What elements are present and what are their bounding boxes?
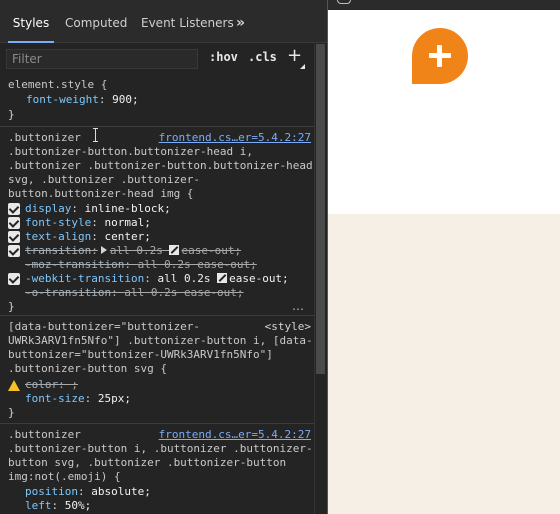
property-name[interactable]: transition — [25, 244, 91, 257]
plus-icon — [437, 45, 442, 67]
styles-rules-pane: element.style { font-weight: 900; } fron… — [0, 74, 314, 514]
property-value[interactable]: all 0.2s — [110, 244, 163, 257]
property-name[interactable]: color — [25, 378, 58, 391]
devtools-tabbar: Styles Computed Event Listeners » — [0, 4, 328, 43]
rule-close-brace: } — [8, 300, 15, 313]
preview-top-bar — [328, 0, 560, 10]
rule-buttonizer-head: frontend.cs…er=5.4.2:27 .buttonizer .but… — [0, 126, 314, 315]
new-style-rule-button[interactable]: + — [287, 45, 302, 66]
declaration-checkbox[interactable] — [8, 217, 20, 229]
rule-selector-line[interactable]: button svg, .buttonizer .buttonizer-butt… — [8, 456, 286, 470]
expand-triangle-icon[interactable] — [100, 246, 107, 254]
property-value[interactable]: ease-out; — [229, 272, 289, 285]
rule-close-brace: } — [8, 406, 15, 419]
rule-selector-line[interactable]: .buttonizer — [8, 428, 81, 442]
rule-close-brace: } — [8, 108, 15, 121]
property-name[interactable]: display — [25, 202, 71, 215]
declaration-o-transition[interactable]: -o-transition: all 0.2s ease-out; — [25, 286, 244, 300]
declaration-moz-transition[interactable]: -moz-transition: all 0.2s ease-out; — [25, 258, 257, 272]
buttonizer-floating-button[interactable] — [412, 28, 468, 84]
property-value[interactable]: center; — [104, 230, 150, 243]
declaration-left[interactable]: left: 50%; — [25, 499, 91, 513]
declaration-text-align[interactable]: text-align: center; — [25, 230, 151, 244]
preview-section-background — [328, 214, 560, 514]
declaration-webkit-transition[interactable]: -webkit-transition: all 0.2s ease-out; — [25, 272, 289, 286]
property-name[interactable]: -o-transition — [25, 286, 111, 299]
page-preview — [328, 0, 560, 514]
rule-selector-line[interactable]: .buttonizer — [8, 131, 81, 145]
declaration-position[interactable]: position: absolute; — [25, 485, 151, 499]
declaration-font-size[interactable]: font-size: 25px; — [25, 392, 131, 406]
new-rule-menu-corner-icon[interactable] — [300, 64, 305, 69]
tab-event-listeners[interactable]: Event Listeners — [141, 4, 234, 43]
declaration-checkbox[interactable] — [8, 203, 20, 215]
property-name[interactable]: font-size — [25, 392, 85, 405]
filter-input[interactable] — [6, 49, 198, 69]
declaration-font-weight[interactable]: font-weight: 900; — [26, 93, 139, 107]
styles-filter-bar: :hov .cls + — [0, 44, 314, 74]
property-value[interactable]: all 0.2s ease-out; — [124, 286, 243, 299]
warning-icon[interactable] — [8, 380, 20, 391]
tab-styles[interactable]: Styles — [8, 4, 54, 43]
property-name[interactable]: font-style — [25, 216, 91, 229]
rule-selector-line[interactable]: buttonizer="buttonizer-UWRk3ARV1fn5Nfo"] — [8, 348, 273, 362]
rule-selector-line[interactable]: .buttonizer .buttonizer-button.buttonize… — [8, 159, 313, 173]
more-options-icon[interactable]: … — [292, 299, 304, 313]
tab-computed[interactable]: Computed — [65, 4, 127, 43]
rule-buttonizer-attr: <style> [data-buttonizer="buttonizer- UW… — [0, 315, 314, 421]
declaration-font-style[interactable]: font-style: normal; — [25, 216, 151, 230]
property-value[interactable]: normal; — [104, 216, 150, 229]
rule-source-style[interactable]: <style> — [265, 320, 311, 334]
rule-selector-line[interactable]: button.buttonizer-head img { — [8, 187, 193, 201]
partial-toolbar-icon[interactable] — [337, 0, 351, 4]
rule-selector-line[interactable]: svg, .buttonizer .buttonizer- — [8, 173, 200, 187]
property-value[interactable]: 25px; — [98, 392, 131, 405]
property-name[interactable]: left — [25, 499, 52, 512]
rule-selector-line[interactable]: [data-buttonizer="buttonizer- — [8, 320, 200, 334]
text-cursor-icon — [93, 128, 98, 142]
rule-selector[interactable]: element.style { — [8, 78, 107, 92]
property-value[interactable]: all 0.2s — [157, 272, 210, 285]
rule-source-link[interactable]: frontend.cs…er=5.4.2:27 — [159, 428, 311, 442]
rule-selector-line[interactable]: UWRk3ARV1fn5Nfo"] .buttonizer-button i, … — [8, 334, 313, 348]
property-name[interactable]: font-weight — [26, 93, 99, 106]
rule-element-style: element.style { font-weight: 900; } — [0, 74, 314, 126]
declaration-checkbox[interactable] — [8, 231, 20, 243]
more-tabs-chevron-icon[interactable]: » — [236, 4, 245, 43]
property-name[interactable]: text-align — [25, 230, 91, 243]
rule-selector-line[interactable]: img:not(.emoji) { — [8, 470, 121, 484]
rule-source-link[interactable]: frontend.cs…er=5.4.2:27 — [159, 131, 311, 145]
property-value[interactable]: 50%; — [65, 499, 92, 512]
property-name[interactable]: position — [25, 485, 78, 498]
rule-buttonizer-emoji: frontend.cs…er=5.4.2:27 .buttonizer .but… — [0, 423, 314, 514]
easing-curve-icon[interactable] — [217, 273, 228, 283]
styles-scrollbar-thumb[interactable] — [316, 44, 325, 374]
declaration-transition-overridden[interactable]: transition: all 0.2s ease-out; — [25, 244, 241, 258]
property-value[interactable]: ; — [71, 378, 78, 391]
cls-toggle-button[interactable]: .cls — [248, 50, 277, 64]
property-value[interactable]: 900; — [112, 93, 139, 106]
easing-curve-icon[interactable] — [169, 245, 180, 255]
devtools-panel: Styles Computed Event Listeners » :hov .… — [0, 0, 328, 514]
declaration-checkbox[interactable] — [8, 245, 20, 257]
hov-toggle-button[interactable]: :hov — [209, 50, 238, 64]
property-name[interactable]: -webkit-transition — [25, 272, 144, 285]
declaration-checkbox[interactable] — [8, 273, 20, 285]
rule-selector-line[interactable]: .buttonizer-button.buttonizer-head i, — [8, 145, 253, 159]
property-value[interactable]: all 0.2s ease-out; — [138, 258, 257, 271]
declaration-display[interactable]: display: inline-block; — [25, 202, 171, 216]
property-value[interactable]: ease-out; — [181, 244, 241, 257]
declaration-color-invalid[interactable]: color: ; — [25, 378, 78, 392]
property-value[interactable]: inline-block; — [85, 202, 171, 215]
rule-selector-line[interactable]: .buttonizer-button svg { — [8, 362, 167, 376]
property-name[interactable]: -moz-transition — [25, 258, 124, 271]
rule-selector-line[interactable]: .buttonizer-button i, .buttonizer .butto… — [8, 442, 313, 456]
property-value[interactable]: absolute; — [91, 485, 151, 498]
